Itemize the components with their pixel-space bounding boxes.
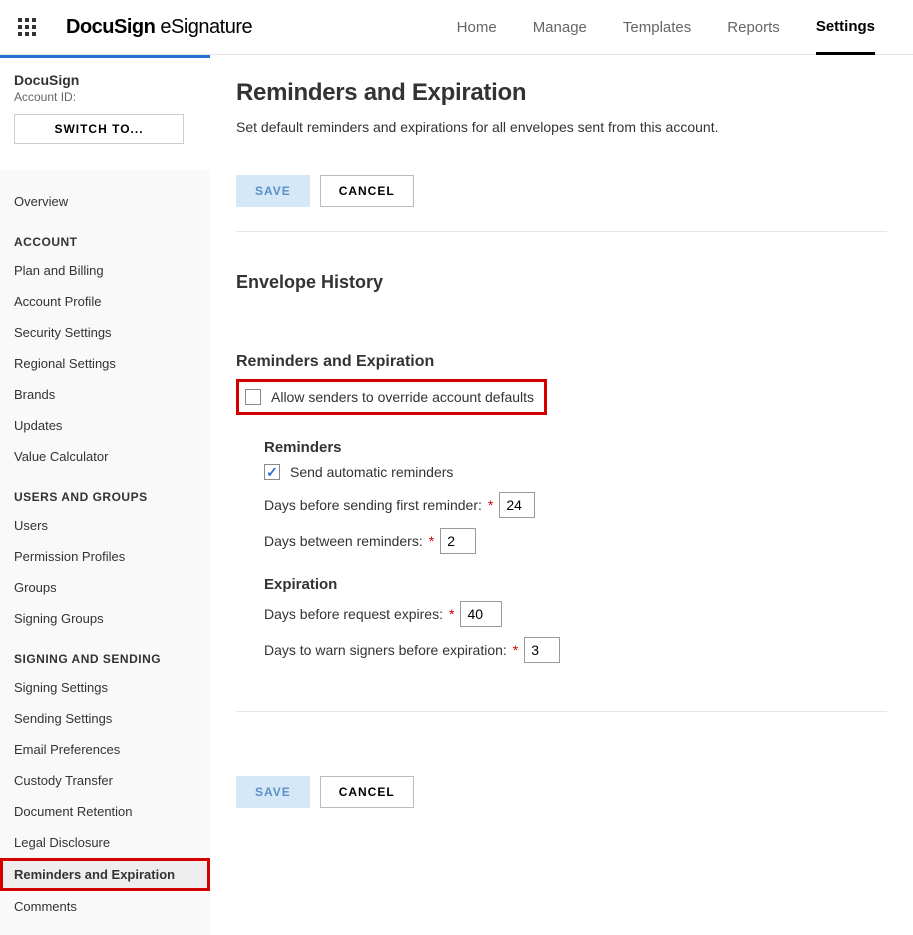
sidebar-section-account: ACCOUNT [0,217,210,255]
sidebar-item-comments[interactable]: Comments [0,891,210,922]
sidebar-item-value-calculator[interactable]: Value Calculator [0,441,210,472]
save-button[interactable]: SAVE [236,175,310,207]
required-marker: * [488,497,493,513]
sidebar: DocuSign Account ID: SWITCH TO... Overvi… [0,55,210,935]
cancel-button[interactable]: CANCEL [320,175,414,207]
brand-logo: DocuSign eSignature [66,16,252,39]
page-description: Set default reminders and expirations fo… [236,119,887,135]
required-marker: * [513,642,518,658]
between-reminders-label: Days between reminders: [264,533,423,549]
sidebar-item-permission-profiles[interactable]: Permission Profiles [0,541,210,572]
envelope-history-heading: Envelope History [236,272,887,293]
between-reminders-input[interactable] [440,528,476,554]
main-content: Reminders and Expiration Set default rem… [210,55,913,935]
sidebar-title: DocuSign [14,72,196,88]
sidebar-item-users[interactable]: Users [0,510,210,541]
topbar: DocuSign eSignature Home Manage Template… [0,0,913,55]
page-title: Reminders and Expiration [236,79,887,107]
action-buttons-top: SAVE CANCEL [236,175,887,207]
sidebar-item-signing-groups[interactable]: Signing Groups [0,603,210,634]
first-reminder-input[interactable] [499,492,535,518]
required-marker: * [449,606,454,622]
sidebar-item-account-profile[interactable]: Account Profile [0,286,210,317]
nav-reports[interactable]: Reports [727,0,780,54]
nav-manage[interactable]: Manage [533,0,587,54]
expires-label: Days before request expires: [264,606,443,622]
apps-grid-icon[interactable] [18,18,36,36]
sidebar-header: DocuSign Account ID: SWITCH TO... [0,58,210,170]
divider [236,711,887,712]
sidebar-item-email-preferences[interactable]: Email Preferences [0,734,210,765]
sidebar-item-custody-transfer[interactable]: Custody Transfer [0,765,210,796]
cancel-button-bottom[interactable]: CANCEL [320,776,414,808]
sidebar-item-regional-settings[interactable]: Regional Settings [0,348,210,379]
warn-input[interactable] [524,637,560,663]
sidebar-item-sending-settings[interactable]: Sending Settings [0,703,210,734]
switch-to-button[interactable]: SWITCH TO... [14,114,184,144]
sidebar-item-plan-billing[interactable]: Plan and Billing [0,255,210,286]
brand-bold: DocuSign [66,16,155,38]
brand-thin: eSignature [155,16,252,38]
allow-override-highlight: Allow senders to override account defaul… [236,379,547,415]
send-auto-label: Send automatic reminders [290,464,453,480]
save-button-bottom[interactable]: SAVE [236,776,310,808]
first-reminder-label: Days before sending first reminder: [264,497,482,513]
sidebar-item-reminders-expiration[interactable]: Reminders and Expiration [0,858,210,891]
nav-templates[interactable]: Templates [623,0,691,54]
allow-override-checkbox[interactable] [245,389,261,405]
sidebar-item-signing-settings[interactable]: Signing Settings [0,672,210,703]
reminders-heading: Reminders [264,439,887,456]
sidebar-item-document-retention[interactable]: Document Retention [0,796,210,827]
sidebar-section-users-groups: USERS AND GROUPS [0,472,210,510]
sidebar-item-legal-disclosure[interactable]: Legal Disclosure [0,827,210,858]
send-auto-checkbox[interactable] [264,464,280,480]
required-marker: * [429,533,434,549]
reminders-expiration-heading: Reminders and Expiration [236,353,887,371]
sidebar-item-security-settings[interactable]: Security Settings [0,317,210,348]
top-nav: Home Manage Templates Reports Settings [457,0,875,54]
warn-label: Days to warn signers before expiration: [264,642,507,658]
sidebar-item-overview[interactable]: Overview [0,186,210,217]
sidebar-item-updates[interactable]: Updates [0,410,210,441]
sidebar-item-groups[interactable]: Groups [0,572,210,603]
expires-input[interactable] [460,601,502,627]
action-buttons-bottom: SAVE CANCEL [236,776,887,808]
nav-home[interactable]: Home [457,0,497,54]
sidebar-account-id: Account ID: [14,90,196,104]
divider [236,231,887,232]
sidebar-section-signing-sending: SIGNING AND SENDING [0,634,210,672]
expiration-heading: Expiration [264,576,887,593]
nav-settings[interactable]: Settings [816,1,875,55]
allow-override-label: Allow senders to override account defaul… [271,389,534,405]
sidebar-item-brands[interactable]: Brands [0,379,210,410]
